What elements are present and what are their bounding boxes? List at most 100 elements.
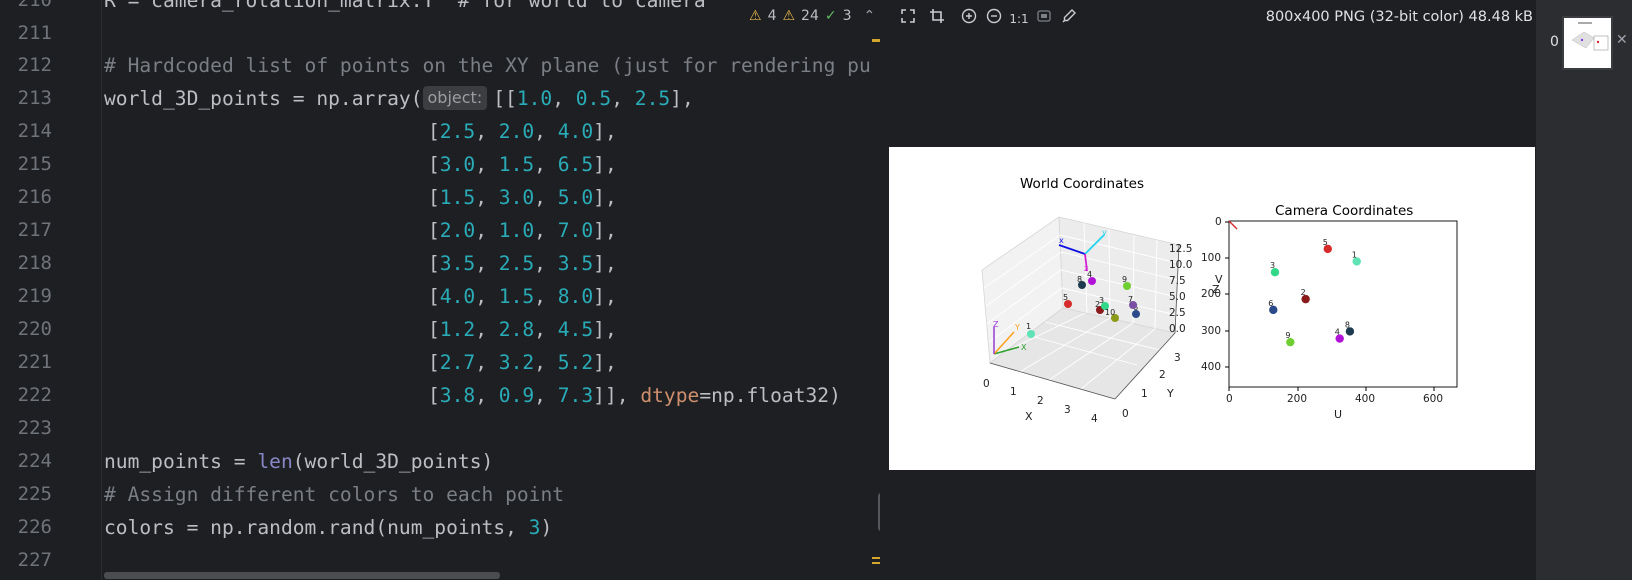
code-text: =np.float32) (699, 384, 841, 407)
code-line[interactable]: [3.8, 0.9, 7.3]], dtype=np.float32) (428, 379, 841, 412)
camera-frame-label-y: y (1102, 228, 1107, 237)
camera-plot-title: Camera Coordinates (1275, 203, 1413, 219)
scrollbar-marker[interactable] (872, 562, 880, 564)
world-x-tick: 2 (1037, 395, 1044, 407)
code-line-comment[interactable]: # Hardcoded list of points on the XY pla… (104, 49, 871, 82)
zoom-in-icon[interactable] (958, 8, 980, 30)
world-plot-title: World Coordinates (1020, 176, 1144, 192)
camera-y-tick: 100 (1201, 252, 1221, 264)
camera-x-tick: 0 (1226, 393, 1233, 405)
line-number: 211 (17, 22, 52, 44)
scrollbar-marker[interactable] (872, 557, 880, 559)
number-literal: 4.5 (557, 318, 594, 341)
world-x-tick: 3 (1064, 404, 1071, 416)
vertical-scrollbar-thumb[interactable] (878, 493, 880, 531)
world-z-tick: 12.5 (1169, 243, 1192, 255)
number-literal: 2.5 (498, 252, 535, 275)
background-icon[interactable] (1033, 8, 1055, 30)
code-text: R = camera_rotation_matrix.T # for world… (104, 0, 706, 12)
code-area[interactable]: R = camera_rotation_matrix.T # for world… (104, 0, 880, 580)
code-text: num_points = (104, 450, 258, 473)
code-line[interactable]: [4.0, 1.5, 8.0], (428, 280, 617, 313)
actual-size-icon[interactable]: 1:1 (1008, 8, 1030, 30)
camera-x-tick: 400 (1355, 393, 1375, 405)
color-picker-icon[interactable] (1058, 8, 1080, 30)
world-x-tick: 4 (1091, 413, 1098, 425)
image-thumbnail[interactable] (1562, 16, 1613, 70)
number-literal: 7.0 (557, 219, 594, 242)
world-point-label: 7 (1128, 295, 1133, 304)
code-editor[interactable]: 210 211 212 213 214 215 216 217 218 219 … (0, 0, 880, 580)
line-number: 213 (17, 87, 52, 109)
number-literal: 1.0 (498, 219, 535, 242)
weak-warning-count: 24 (801, 8, 819, 24)
camera-point-label: 8 (1345, 320, 1350, 329)
code-text: ) (540, 516, 553, 539)
number-literal: 1.5 (498, 285, 535, 308)
line-number: 216 (17, 186, 52, 208)
code-line[interactable]: [3.0, 1.5, 6.5], (428, 148, 617, 181)
close-icon[interactable]: ✕ (1616, 32, 1628, 48)
camera-x-ticks: 0 200 400 600 (1226, 387, 1443, 405)
camera-x-tick: 600 (1423, 393, 1443, 405)
code-line[interactable]: [2.7, 3.2, 5.2], (428, 346, 617, 379)
weak-warning-icon: ⚠ (782, 8, 796, 24)
builtin-function: len (257, 450, 293, 473)
number-literal: 3.2 (498, 351, 535, 374)
world-point-label: 9 (1122, 275, 1127, 284)
camera-y-axis-label: V (1215, 273, 1223, 286)
world-frame-label-x: X (1021, 343, 1027, 352)
world-frame-label-z: Z (993, 320, 999, 329)
inspection-widget[interactable]: ⚠4 ⚠24 ✓3 ⌃ ⌄ (745, 4, 880, 28)
number-literal: 1.5 (439, 186, 476, 209)
previous-highlight-icon[interactable]: ⌃ (864, 8, 876, 24)
world-z-tick: 10.0 (1169, 259, 1192, 271)
zoom-out-icon[interactable] (983, 8, 1005, 30)
number-literal: 1.2 (439, 318, 476, 341)
camera-point-label: 5 (1323, 238, 1328, 247)
code-line[interactable]: R = camera_rotation_matrix.T # for world… (104, 0, 706, 17)
horizontal-scrollbar-thumb[interactable] (104, 572, 500, 579)
world-z-tick: 0.0 (1169, 323, 1186, 335)
number-literal: 0.9 (498, 384, 535, 407)
figure-svg: World Coordinates X Y Z x y z 1 2 3 4 5 … (981, 176, 1458, 425)
world-y-tick: 3 (1174, 352, 1181, 364)
camera-point-label: 3 (1270, 261, 1275, 270)
world-x-tick: 0 (983, 378, 990, 390)
scrollbar-marker[interactable] (872, 39, 880, 42)
keyword-argument: dtype (640, 384, 700, 407)
line-number: 212 (17, 54, 52, 76)
code-line-comment[interactable]: # Assign different colors to each point (104, 478, 564, 511)
number-literal: 3.8 (439, 384, 476, 407)
code-line[interactable]: [2.5, 2.0, 4.0], (428, 115, 617, 148)
number-literal: 2.0 (498, 120, 535, 143)
camera-y-ticks: 0 100 200 300 400 (1201, 216, 1229, 373)
camera-point-label: 2 (1301, 288, 1306, 297)
camera-x-tick: 200 (1287, 393, 1307, 405)
line-number: 223 (17, 417, 52, 439)
number-literal: 3.0 (439, 153, 476, 176)
code-line[interactable]: colors = np.random.rand(num_points, 3) (104, 511, 552, 544)
world-x-axis-label: X (1025, 410, 1033, 423)
number-literal: 5.0 (557, 186, 594, 209)
camera-y-tick: 300 (1201, 325, 1221, 337)
image-canvas[interactable]: World Coordinates X Y Z x y z 1 2 3 4 5 … (889, 147, 1535, 470)
code-line[interactable]: world_3D_points = np.array(object: [[1.0,… (104, 82, 694, 115)
code-line[interactable]: [1.5, 3.0, 5.0], (428, 181, 617, 214)
line-number-gutter: 210 211 212 213 214 215 216 217 218 219 … (0, 0, 98, 580)
code-text: , (616, 384, 641, 407)
world-y-tick: 1 (1141, 388, 1148, 400)
code-line[interactable]: [1.2, 2.8, 4.5], (428, 313, 617, 346)
code-line[interactable]: num_points = len(world_3D_points) (104, 445, 493, 478)
code-line[interactable]: [2.0, 1.0, 7.0], (428, 214, 617, 247)
camera-point-label: 4 (1335, 328, 1340, 337)
number-literal: 2.8 (498, 318, 535, 341)
crop-icon[interactable] (926, 8, 948, 30)
fit-icon[interactable] (897, 8, 919, 30)
line-number: 218 (17, 252, 52, 274)
number-literal: 3.5 (557, 252, 594, 275)
world-x-tick: 1 (1010, 386, 1017, 398)
number-literal: 8.0 (557, 285, 594, 308)
line-number: 224 (17, 450, 52, 472)
code-line[interactable]: [3.5, 2.5, 3.5], (428, 247, 617, 280)
